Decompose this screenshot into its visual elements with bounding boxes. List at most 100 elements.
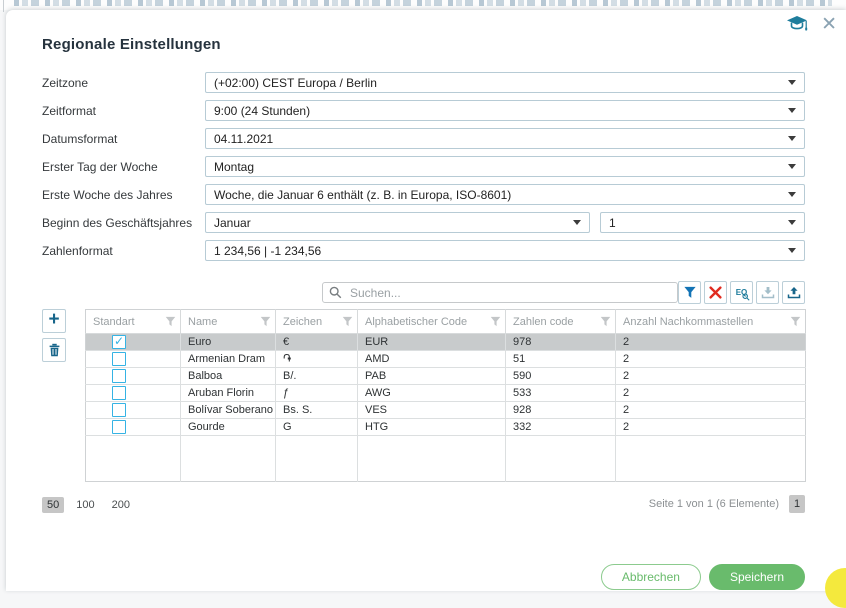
field-select[interactable]: Woche, die Januar 6 enthält (z. B. in Eu… — [205, 184, 805, 205]
import-button[interactable] — [756, 281, 779, 304]
filter-icon — [683, 286, 697, 299]
table-cell: Armenian Dram — [181, 351, 276, 368]
form-field-row: Beginn des Geschäftsjahres Januar 1 — [42, 212, 805, 233]
search-icon — [329, 286, 342, 299]
table-cell: 2 — [616, 351, 806, 368]
table-cell: Bolívar Soberano — [181, 402, 276, 419]
filter-button[interactable] — [678, 281, 701, 304]
empty-cell — [506, 436, 616, 482]
field-label: Erste Woche des Jahres — [42, 188, 205, 202]
column-filter-icon[interactable] — [600, 316, 611, 327]
default-checkbox[interactable] — [112, 420, 126, 434]
table-cell: PAB — [358, 368, 506, 385]
table-cell: AWG — [358, 385, 506, 402]
column-header-label: Standart — [93, 316, 135, 328]
filter-builder-button[interactable]: EQ — [730, 281, 753, 304]
table-cell: 978 — [506, 334, 616, 351]
page-size-group: 50 100 200 — [42, 495, 142, 513]
toolbar-buttons: EQ — [678, 281, 805, 304]
page-size-button[interactable]: 50 — [42, 497, 64, 513]
column-filter-icon[interactable] — [790, 316, 801, 327]
page-number-button[interactable]: 1 — [789, 495, 805, 513]
table-cell: 2 — [616, 402, 806, 419]
table-cell: EUR — [358, 334, 506, 351]
field-value-secondary: 1 — [609, 216, 780, 230]
column-header[interactable]: Zeichen — [276, 310, 358, 334]
clipped-background-text — [14, 0, 832, 6]
help-academy-icon[interactable] — [786, 15, 810, 34]
form-field-row: Zahlenformat 1 234,56 | -1 234,56 — [42, 240, 805, 261]
table-cell: G — [276, 419, 358, 436]
default-checkbox[interactable] — [112, 403, 126, 417]
empty-cell — [86, 436, 181, 482]
import-download-icon — [761, 286, 775, 299]
form-field-row: Zeitformat 9:00 (24 Stunden) — [42, 100, 805, 121]
pagination-bar: 50 100 200 Seite 1 von 1 (6 Elemente) 1 — [42, 495, 805, 513]
table-cell: Balboa — [181, 368, 276, 385]
table-cell: HTG — [358, 419, 506, 436]
save-button[interactable]: Speichern — [709, 564, 805, 590]
column-header[interactable]: Standart — [86, 310, 181, 334]
field-label: Beginn des Geschäftsjahres — [42, 216, 205, 230]
default-checkbox[interactable] — [112, 369, 126, 383]
pagination-right: Seite 1 von 1 (6 Elemente) 1 — [649, 495, 805, 513]
default-checkbox[interactable] — [112, 352, 126, 366]
delete-currency-button[interactable] — [42, 338, 66, 362]
default-checkbox[interactable] — [112, 335, 126, 349]
column-header-label: Name — [188, 316, 217, 328]
search-input[interactable] — [348, 285, 671, 301]
field-select[interactable]: (+02:00) CEST Europa / Berlin — [205, 72, 805, 93]
table-cell: Bs. S. — [276, 402, 358, 419]
table-cell: € — [276, 334, 358, 351]
column-filter-icon[interactable] — [165, 316, 176, 327]
table-cell: Gourde — [181, 419, 276, 436]
column-header[interactable]: Alphabetischer Code — [358, 310, 506, 334]
table-row[interactable]: Bolívar SoberanoBs. S.VES9282 — [86, 402, 806, 419]
page-size-button[interactable]: 100 — [71, 497, 99, 513]
column-filter-icon[interactable] — [260, 316, 271, 327]
column-filter-icon[interactable] — [342, 316, 353, 327]
table-row[interactable]: BalboaB/.PAB5902 — [86, 368, 806, 385]
table-cell: Euro — [181, 334, 276, 351]
field-value: Montag — [214, 160, 780, 174]
background-page-strip — [0, 0, 846, 10]
close-dialog-button[interactable]: ✕ — [821, 16, 837, 34]
close-icon: ✕ — [821, 16, 837, 34]
column-header-label: Zahlen code — [513, 316, 574, 328]
empty-cell — [276, 436, 358, 482]
field-select[interactable]: 1 234,56 | -1 234,56 — [205, 240, 805, 261]
column-header-label: Zeichen — [283, 316, 322, 328]
field-select-secondary[interactable]: 1 — [600, 212, 805, 233]
table-row[interactable]: Armenian Dram֏AMD512 — [86, 351, 806, 368]
table-cell: 590 — [506, 368, 616, 385]
field-select[interactable]: Januar — [205, 212, 590, 233]
standard-cell — [86, 385, 181, 402]
table-cell: 2 — [616, 385, 806, 402]
field-value: 9:00 (24 Stunden) — [214, 104, 780, 118]
column-header[interactable]: Zahlen code — [506, 310, 616, 334]
column-header[interactable]: Name — [181, 310, 276, 334]
table-cell: 2 — [616, 419, 806, 436]
chevron-down-icon — [788, 192, 796, 197]
table-row[interactable]: Euro€EUR9782 — [86, 334, 806, 351]
field-select[interactable]: 04.11.2021 — [205, 128, 805, 149]
column-header[interactable]: Anzahl Nachkommastellen — [616, 310, 806, 334]
graduation-cap-icon — [786, 15, 810, 34]
clear-filter-button[interactable] — [704, 281, 727, 304]
add-currency-button[interactable]: + — [42, 309, 66, 333]
default-checkbox[interactable] — [112, 386, 126, 400]
export-button[interactable] — [782, 281, 805, 304]
dialog-title: Regionale Einstellungen — [42, 36, 805, 53]
column-filter-icon[interactable] — [490, 316, 501, 327]
chevron-down-icon — [788, 136, 796, 141]
table-row[interactable]: GourdeGHTG3322 — [86, 419, 806, 436]
field-select[interactable]: 9:00 (24 Stunden) — [205, 100, 805, 121]
field-select[interactable]: Montag — [205, 156, 805, 177]
table-cell: B/. — [276, 368, 358, 385]
field-value: 1 234,56 | -1 234,56 — [214, 244, 780, 258]
page-size-button[interactable]: 200 — [107, 497, 135, 513]
field-label: Datumsformat — [42, 132, 205, 146]
chevron-down-icon — [788, 220, 796, 225]
cancel-button[interactable]: Abbrechen — [601, 564, 701, 590]
table-row[interactable]: Aruban FlorinƒAWG5332 — [86, 385, 806, 402]
